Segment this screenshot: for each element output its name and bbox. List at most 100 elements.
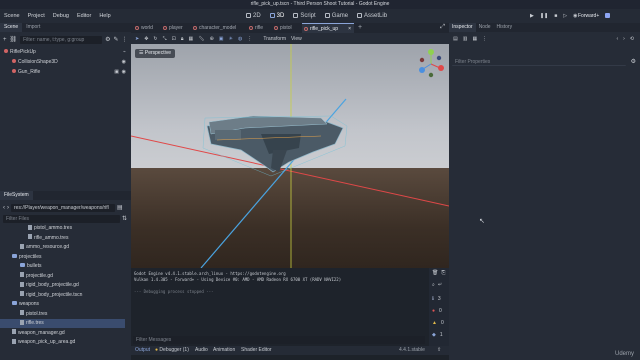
filter-warnings[interactable]: ▲ 0 [432,320,448,326]
tree-node-collisionshape3d[interactable]: CollisionShape3D ◉ [12,58,128,67]
inspector-filter-input[interactable]: Filter Properties [452,58,626,66]
filesystem-file[interactable]: pistol_ammo.tres [0,224,125,233]
scene-tab-world[interactable]: world [133,23,159,33]
lock-icon[interactable]: 🔒︎ [181,36,184,42]
filter-editor[interactable]: ◆ 1 [432,332,448,338]
menu-scene[interactable]: Scene [4,9,20,23]
tab-output[interactable]: Output [135,346,150,355]
workspace-assetlib[interactable]: AssetLib [357,11,387,21]
link-icon[interactable]: ⛓ [10,36,18,43]
sort-icon[interactable]: ⇅ [122,215,127,222]
selectable-icon[interactable]: ⊡ [172,36,176,42]
workspace-2d[interactable]: 2D [246,11,261,21]
tab-debugger[interactable]: ● Debugger (1) [155,346,189,355]
scene-tab-player[interactable]: player [161,23,189,33]
visibility-eye-icon[interactable]: ◉ [122,58,126,67]
workspace-script[interactable]: Script [293,11,316,21]
menu-help[interactable]: Help [99,9,110,23]
tab-node[interactable]: Node [476,23,494,32]
extra-options-icon[interactable]: ⋮ [482,36,487,42]
signals-icon[interactable]: ⌁ [123,48,126,57]
move-tool-icon[interactable]: ✥ [144,36,148,42]
scene-filter-input[interactable]: Filter: name, t:type, g:group [20,35,103,44]
new-scene-tab-button[interactable]: + [356,23,366,33]
wrap-icon[interactable]: ↵ [438,282,442,288]
filesystem-file[interactable]: weapon_manager.gd [0,329,125,338]
scene-menu-icon[interactable]: ⋮ [122,36,128,43]
open-scene-icon[interactable]: ▣ [114,68,119,77]
play-icon[interactable]: ▶ [530,12,534,20]
renderer-selector[interactable]: Forward+ [578,12,611,20]
tree-node-gun-rifle[interactable]: Gun_Rifle ▣ ◉ [12,68,128,77]
tab-shader-editor[interactable]: Shader Editor [241,346,272,355]
snap-icon[interactable]: ▣ [219,36,224,42]
sun-preview-icon[interactable]: ☀ [229,36,233,42]
split-view-icon[interactable]: ▤ [117,204,123,211]
filesystem-path-field[interactable]: res://Player/weapon_manager/weapons/rifl [11,203,115,212]
tab-animation[interactable]: Animation [213,346,235,355]
forward-icon[interactable]: › [7,205,9,211]
scene-tab-rifle[interactable]: rifle [247,23,270,33]
clear-icon[interactable]: 🗑︎ [432,270,438,276]
select-tool-icon[interactable]: ➤ [135,36,139,42]
more-icon[interactable]: ⋮ [247,36,252,42]
filesystem-file[interactable]: rigid_body_projectile.gd [0,281,125,290]
script-attach-icon[interactable]: ✎ [114,36,119,43]
movie-icon[interactable]: ◉ [573,12,577,20]
filesystem-folder[interactable]: projectiles [0,253,125,262]
pause-icon[interactable]: ❚❚ [540,12,548,20]
view-gizmo[interactable] [419,49,444,78]
tab-import[interactable]: Import [22,23,44,32]
search-icon[interactable]: ⌕ [432,282,435,288]
filesystem-folder[interactable]: bullets [0,262,125,271]
filesystem-file[interactable]: pistol.tres [0,310,125,319]
scene-tab-pistol[interactable]: pistol [272,23,300,33]
tab-audio[interactable]: Audio [195,346,208,355]
menu-project[interactable]: Project [28,9,45,23]
load-resource-icon[interactable]: ▥ [463,36,468,42]
tab-inspector[interactable]: Inspector [449,23,476,32]
filesystem-file[interactable]: weapon_pick_up_area.gd [0,338,125,347]
new-resource-icon[interactable]: ▤ [453,36,458,42]
tab-history[interactable]: History [494,23,516,32]
local-space-icon[interactable]: ⊕ [210,36,214,42]
distraction-free-icon[interactable]: ⤢ [440,24,445,31]
workspace-3d[interactable]: 3D [269,11,284,21]
filesystem-file[interactable]: rifle.tres [0,319,125,328]
perspective-menu[interactable]: ☰ Perspective [135,49,175,58]
filesystem-file[interactable]: ammo_resource.gd [0,243,125,252]
scene-tab-rifle-pick-up[interactable]: rifle_pick_up × [302,23,354,33]
play-scene-icon[interactable]: ▷ [563,12,567,20]
3d-viewport[interactable]: ☰ Perspective [131,44,449,268]
rifle-model[interactable] [202,115,348,177]
filter-settings-icon[interactable]: ⚙ [105,36,110,43]
tab-filesystem[interactable]: FileSystem [0,191,33,200]
save-resource-icon[interactable]: ▦ [472,36,477,42]
history-forward-icon[interactable]: › [623,36,625,42]
environment-preview-icon[interactable]: ◍ [238,36,242,42]
rotate-tool-icon[interactable]: ↻ [153,36,157,42]
scene-tab-character-model[interactable]: character_model [191,23,245,33]
history-back-icon[interactable]: ‹ [616,36,618,42]
filesystem-folder[interactable]: weapons [0,300,125,309]
scale-tool-icon[interactable]: ⤡ [163,36,167,42]
version-label[interactable]: 4.4.1.stable [399,346,425,355]
filesystem-filter-input[interactable]: Filter Files [3,214,120,223]
copy-icon[interactable]: ⎘ [441,270,445,276]
menu-editor[interactable]: Editor [77,9,91,23]
workspace-game[interactable]: Game [324,11,348,21]
back-icon[interactable]: ‹ [3,205,5,211]
filesystem-file[interactable]: projectile.gd [0,272,125,281]
filesystem-file[interactable]: rigid_body_projectile.tscn [0,291,125,300]
filter-errors[interactable]: ● 0 [432,308,448,314]
filter-info[interactable]: ℹ3 [432,296,448,302]
tab-scene[interactable]: Scene [0,23,23,32]
view-menu[interactable]: View [291,36,302,42]
transform-menu[interactable]: Transform [263,36,286,42]
tree-node-riflepickup[interactable]: RiflePickUp ⌁ [4,48,128,57]
add-node-icon[interactable]: + [3,37,7,43]
pin-icon[interactable]: ⇧ [437,346,441,355]
inspector-filter-settings-icon[interactable]: ⚙ [631,58,636,65]
menu-debug[interactable]: Debug [53,9,69,23]
object-history-icon[interactable]: ⟲ [630,36,634,42]
